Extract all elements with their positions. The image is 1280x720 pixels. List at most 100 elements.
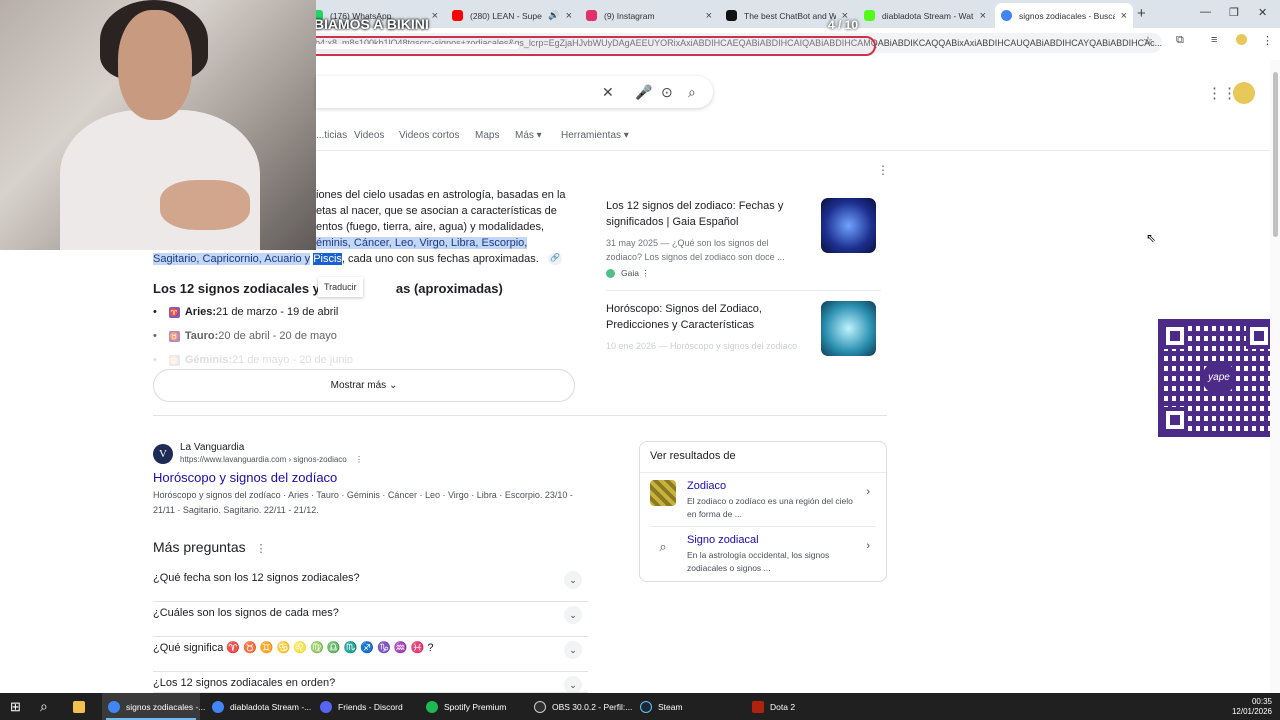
page-scrollbar[interactable] — [1270, 60, 1280, 693]
qr-finder — [1246, 323, 1272, 349]
paa-question[interactable]: ¿Qué fecha son los 12 signos zodiacales?… — [153, 567, 588, 602]
clear-search-icon[interactable]: ✕ — [602, 84, 614, 101]
search-icon[interactable]: ⌕ — [688, 84, 696, 101]
paa-question[interactable]: ¿Los 12 signos zodiacales en orden? ⌄ — [153, 672, 588, 693]
search-icon: ⌕ — [659, 539, 667, 554]
paa-question[interactable]: ¿Cuáles son los signos de cada mes? ⌄ — [153, 602, 588, 637]
summary-line: Sagitario, Capricornio, Acuario y Piscis… — [153, 251, 573, 267]
taskbar-item-spotify[interactable]: Spotify Premium — [420, 693, 520, 720]
taskbar-item-dota[interactable]: Dota 2 — [746, 693, 846, 720]
taskbar-item-chrome-stream[interactable]: diabladota Stream -... — [206, 693, 311, 720]
close-tab-icon[interactable]: × — [432, 10, 438, 22]
filter-more[interactable]: Más ▾ — [515, 130, 542, 141]
list-item: • ♉ Tauro: 20 de abril - 20 de mayo — [153, 330, 337, 342]
more-options-icon[interactable]: ⋮ — [877, 163, 889, 177]
chevron-right-icon[interactable]: › — [866, 486, 870, 498]
qr-finder — [1162, 407, 1188, 433]
close-window-icon[interactable]: ✕ — [1258, 6, 1267, 19]
scrollbar-thumb[interactable] — [1273, 72, 1278, 237]
more-options-icon[interactable]: ⋮ — [256, 543, 267, 555]
tab-kick[interactable]: diabladota Stream - Wat × — [858, 3, 992, 28]
chrome-icon — [108, 700, 120, 713]
more-options-icon[interactable]: ⋮ — [641, 268, 650, 278]
profile-icon[interactable] — [1236, 34, 1247, 45]
minimize-icon[interactable]: — — [1200, 6, 1211, 18]
site-url[interactable]: https://www.lavanguardia.com › signos-zo… — [180, 455, 363, 464]
paa-question[interactable]: ¿Qué significa ♈ ♉ ♊ ♋ ♌ ♍ ♎ ♏ ♐ ♑ ♒ ♓ ?… — [153, 637, 588, 672]
taskbar: ⊞ ⌕ signos zodiacales -... diabladota St… — [0, 693, 1280, 720]
show-more-button[interactable]: Mostrar más ⌄ — [153, 369, 575, 402]
source-card[interactable]: Horóscopo: Signos del Zodiaco, Prediccio… — [606, 301, 881, 357]
site-name[interactable]: La Vanguardia — [180, 442, 244, 453]
selected-word[interactable]: Piscis — [313, 253, 342, 265]
system-clock[interactable]: 00:35 12/01/2026 — [1232, 697, 1272, 717]
goal-count: 4 / 10 — [828, 18, 859, 32]
start-icon[interactable]: ⊞ — [10, 693, 21, 720]
highlighted-signs: éminis, Cáncer, Leo, Virgo, Libra, Escor… — [316, 237, 528, 249]
chevron-down-icon[interactable]: ⌄ — [564, 676, 582, 692]
card-source: Gaia ⋮ — [606, 268, 881, 279]
discord-icon — [320, 700, 332, 713]
menu-icon[interactable]: ⋮ — [1262, 34, 1273, 47]
summary-line: etas al nacer, que se asocian a caracter… — [316, 205, 557, 217]
zodiac-wheel-thumbnail[interactable] — [821, 198, 876, 253]
summary-tail: , cada uno con sus fechas aproximadas. — [341, 253, 539, 265]
extensions-icon[interactable]: ⧉ — [1176, 34, 1184, 47]
tab-google-search[interactable]: signos zodiacales - Busca × — [995, 3, 1133, 28]
close-tab-icon[interactable]: × — [1121, 10, 1127, 22]
site-logo: V — [153, 444, 173, 464]
close-tab-icon[interactable]: × — [706, 10, 712, 22]
google-icon — [1001, 10, 1012, 21]
filter-short-videos[interactable]: Videos cortos — [399, 130, 459, 141]
new-tab-button[interactable]: + — [1137, 5, 1146, 22]
taskbar-item-chrome-search[interactable]: signos zodiacales -... — [102, 693, 205, 720]
card-title[interactable]: Los 12 signos del zodiaco: Fechas y sign… — [606, 198, 806, 230]
media-control-icon[interactable]: ≡ — [1211, 34, 1217, 46]
youtube-icon — [452, 10, 463, 21]
filter-videos[interactable]: Videos — [354, 130, 384, 141]
link-icon[interactable]: 🔗 — [548, 253, 562, 265]
filter-news[interactable]: ...ticias — [316, 130, 347, 141]
people-also-ask-heading: Más preguntas ⋮ — [153, 539, 267, 555]
result-title[interactable]: Horóscopo y signos del zodíaco — [153, 470, 337, 485]
chrome-icon — [212, 700, 224, 713]
taurus-thumbnail[interactable] — [821, 301, 876, 356]
taskbar-item-obs[interactable]: OBS 30.0.2 - Perfil:... — [528, 693, 632, 720]
sound-icon[interactable]: 🔊 — [548, 10, 559, 21]
close-tab-icon[interactable]: × — [566, 10, 572, 22]
panel-divider — [650, 526, 876, 527]
search-icon[interactable]: ⌕ — [40, 693, 48, 720]
mouse-cursor-icon: ⇖ — [1146, 231, 1157, 245]
chevron-down-icon: ⌄ — [388, 380, 398, 391]
filter-tools[interactable]: Herramientas ▾ — [561, 130, 629, 141]
more-options-icon[interactable]: ⋮ — [355, 455, 363, 464]
chevron-down-icon[interactable]: ⌄ — [564, 606, 582, 624]
filter-maps[interactable]: Maps — [475, 130, 499, 141]
card-title[interactable]: Horóscopo: Signos del Zodiaco, Prediccio… — [606, 301, 806, 333]
chevron-down-icon[interactable]: ⌄ — [564, 571, 582, 589]
goal-progress-bar — [279, 36, 876, 56]
header-divider — [316, 150, 1270, 151]
tab-youtube[interactable]: (280) LEAN - Superio🔊× — [446, 3, 578, 28]
yape-logo: yape — [1202, 361, 1236, 395]
chevron-right-icon[interactable]: › — [866, 540, 870, 552]
bookmark-star-icon[interactable]: ☆ — [1143, 34, 1153, 47]
translate-tooltip[interactable]: Traducir — [318, 277, 363, 297]
chevron-down-icon[interactable]: ⌄ — [564, 641, 582, 659]
spotify-icon — [426, 700, 438, 713]
source-card[interactable]: Los 12 signos del zodiaco: Fechas y sign… — [606, 198, 881, 279]
close-tab-icon[interactable]: × — [980, 10, 986, 22]
taurus-icon: ♉ — [168, 330, 180, 342]
taskbar-item-steam[interactable]: Steam — [634, 693, 734, 720]
avatar[interactable] — [1233, 82, 1255, 104]
microphone-icon[interactable]: 🎤 — [635, 84, 652, 101]
lens-icon[interactable]: ⊙ — [661, 84, 673, 101]
summary-line: iones del cielo usadas en astrología, ba… — [316, 189, 566, 201]
search-input[interactable] — [316, 76, 713, 108]
file-explorer-icon[interactable] — [73, 693, 91, 720]
folder-icon — [73, 700, 85, 713]
list-item: • ♈ Aries: 21 de marzo - 19 de abril — [153, 306, 339, 318]
taskbar-item-discord[interactable]: Friends - Discord — [314, 693, 414, 720]
maximize-icon[interactable]: ❐ — [1229, 6, 1239, 19]
tab-instagram[interactable]: (9) Instagram × — [580, 3, 718, 28]
